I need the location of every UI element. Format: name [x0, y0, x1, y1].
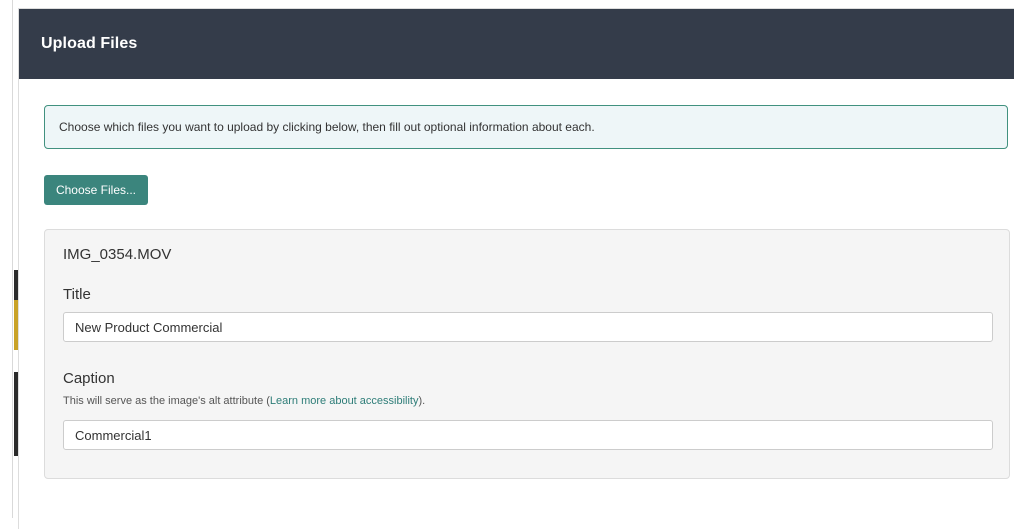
caption-help-text: This will serve as the image's alt attri… [63, 395, 992, 407]
caption-help-suffix: ). [418, 395, 426, 407]
title-input[interactable] [63, 312, 993, 342]
accessibility-link[interactable]: Learn more about accessibility [270, 395, 419, 407]
file-details-panel: IMG_0354.MOV Title Caption This will ser… [44, 229, 1010, 479]
caption-help-prefix: This will serve as the image's alt attri… [63, 395, 270, 407]
modal-body: Choose which files you want to upload by… [19, 79, 1014, 479]
instructions-text: Choose which files you want to upload by… [59, 120, 595, 134]
choose-files-button[interactable]: Choose Files... [44, 175, 148, 205]
background-page-edge [0, 0, 18, 518]
upload-files-modal: Upload Files Choose which files you want… [18, 8, 1014, 529]
caption-label: Caption [63, 370, 115, 387]
modal-header: Upload Files [19, 9, 1014, 79]
instructions-alert: Choose which files you want to upload by… [44, 105, 1008, 149]
title-label: Title [63, 286, 91, 303]
background-divider [12, 0, 13, 518]
modal-title: Upload Files [41, 35, 138, 52]
file-name: IMG_0354.MOV [63, 246, 172, 263]
caption-input[interactable] [63, 420, 993, 450]
